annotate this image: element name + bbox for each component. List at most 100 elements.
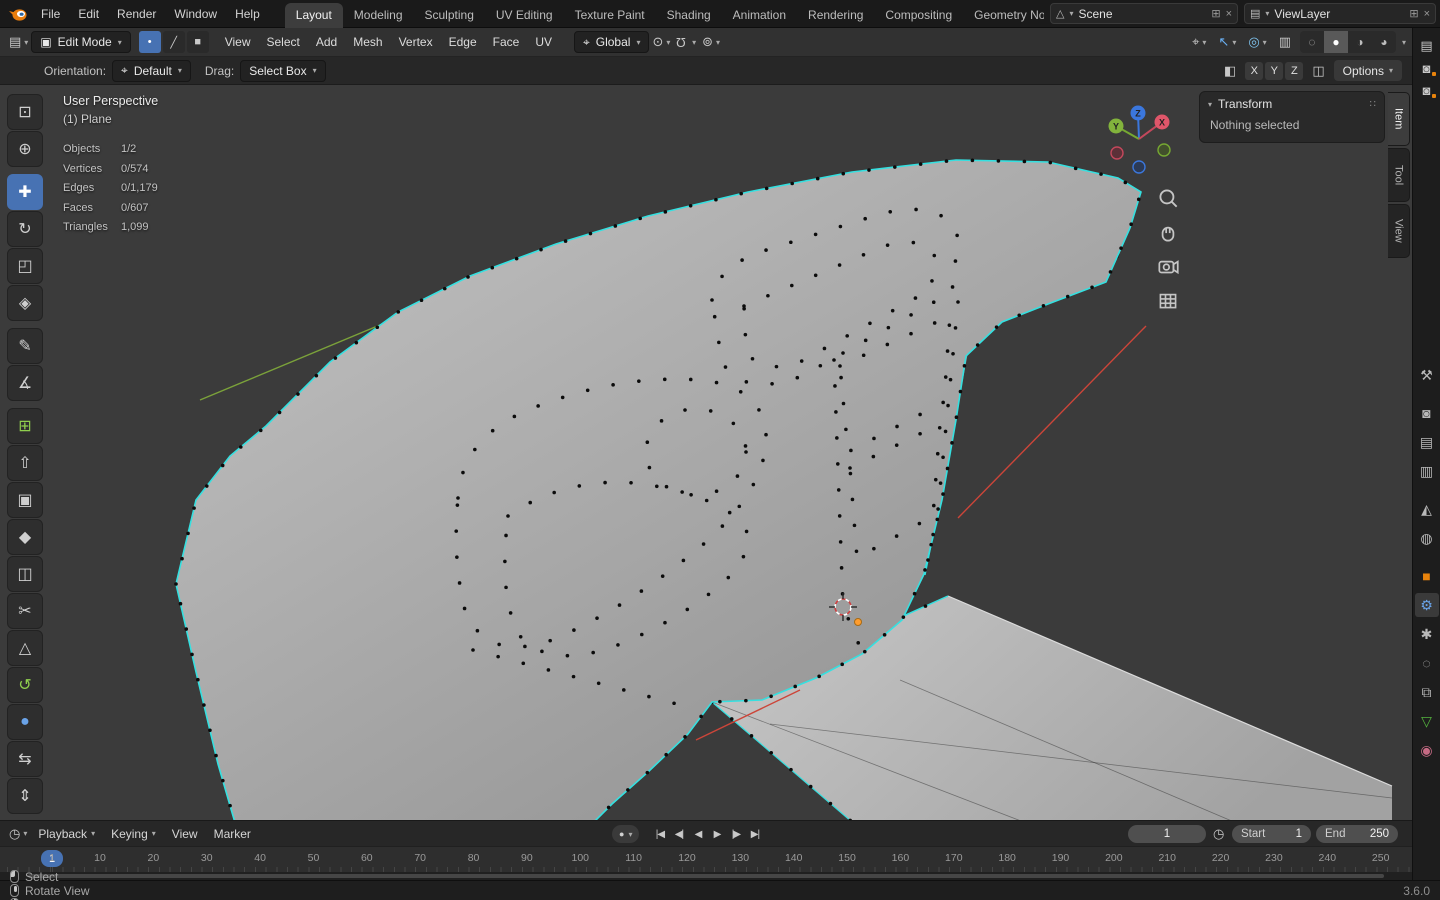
playback-jump-to-end[interactable]: ▶| <box>746 824 763 844</box>
properties-tab-modifiers[interactable]: ⚙ <box>1415 593 1439 617</box>
tool-smooth[interactable]: ● <box>7 704 43 740</box>
properties-tab-output[interactable]: ▤ <box>1415 430 1439 454</box>
timeline-menu-marker[interactable]: Marker <box>206 824 259 844</box>
playback-play[interactable]: ▶ <box>708 824 725 844</box>
select-mode-face[interactable]: ■ <box>187 31 209 53</box>
timeline-scrollbar[interactable] <box>0 872 1412 880</box>
proportional-editing-toggle[interactable]: ⊚▾ <box>699 34 723 50</box>
toggle-perspective-icon[interactable] <box>1155 287 1181 313</box>
new-scene-button[interactable]: ⊞ <box>1211 7 1220 20</box>
viewport-menu-face[interactable]: Face <box>485 32 528 52</box>
menu-file[interactable]: File <box>32 4 69 24</box>
sidebar-tab-view[interactable]: View <box>1388 204 1410 258</box>
gizmo-axis-y-neg[interactable] <box>1158 144 1170 156</box>
tool-cursor[interactable]: ⊕ <box>7 131 43 167</box>
mirror-icon[interactable]: ◫ <box>1309 63 1327 79</box>
properties-tab-material[interactable]: ◉ <box>1415 738 1439 762</box>
gizmos-dropdown[interactable]: ↖▾ <box>1215 34 1239 50</box>
properties-tab-physics[interactable]: ◌ <box>1415 651 1439 675</box>
scene-name[interactable]: Scene <box>1078 7 1206 21</box>
tool-loop-cut[interactable]: ◫ <box>7 556 43 592</box>
remove-viewlayer-button[interactable]: × <box>1424 8 1430 20</box>
workspace-tab-uv-editing[interactable]: UV Editing <box>485 3 564 28</box>
viewport-menu-view[interactable]: View <box>217 32 259 52</box>
viewport-menu-uv[interactable]: UV <box>527 32 560 52</box>
editor-type-button[interactable]: ▤▾ <box>6 34 31 50</box>
mode-dropdown[interactable]: ▣ Edit Mode ▾ <box>31 31 130 53</box>
unlink-scene-button[interactable]: × <box>1226 8 1232 20</box>
timeline-menu-playback[interactable]: Playback▾ <box>30 824 103 844</box>
auto-keying-button[interactable]: ●▾ <box>612 825 639 843</box>
shading-rendered[interactable]: ◕ <box>1372 31 1396 53</box>
select-mode-edge[interactable]: ╱ <box>163 31 185 53</box>
tool-annotate[interactable]: ✎ <box>7 328 43 364</box>
camera-view-icon[interactable] <box>1155 253 1181 279</box>
tool-edge-slide[interactable]: ⇆ <box>7 741 43 777</box>
workspace-tab-shading[interactable]: Shading <box>656 3 722 28</box>
properties-tab-object[interactable]: ■ <box>1415 564 1439 588</box>
workspace-tab-animation[interactable]: Animation <box>722 3 797 28</box>
render-view-toggle-1-icon[interactable]: ◙ <box>1416 57 1438 79</box>
playback-next-keyframe[interactable]: |▶ <box>727 824 744 844</box>
menu-render[interactable]: Render <box>108 4 165 24</box>
workspace-tab-modeling[interactable]: Modeling <box>343 3 414 28</box>
show-gizmo-button[interactable]: ⌖▾ <box>1189 34 1209 50</box>
axis-toggle-x[interactable]: X <box>1245 62 1263 80</box>
drag-mode-dropdown[interactable]: Select Box ▾ <box>240 60 325 82</box>
tool-bevel[interactable]: ◆ <box>7 519 43 555</box>
tool-knife[interactable]: ✂ <box>7 593 43 629</box>
shading-dropdown[interactable]: ▾ <box>1402 38 1406 47</box>
timeline-editor-type-button[interactable]: ◷▾ <box>6 826 30 842</box>
properties-tab-view-layer[interactable]: ▥ <box>1415 459 1439 483</box>
blender-logo-icon[interactable] <box>8 6 28 22</box>
tool-extrude-region[interactable]: ⇧ <box>7 445 43 481</box>
sidebar-tab-item[interactable]: Item <box>1388 92 1410 146</box>
select-mode-vertex[interactable]: • <box>139 31 161 53</box>
tool-tweak-select[interactable]: ⊡ <box>7 94 43 130</box>
playback-previous-keyframe[interactable]: ◀| <box>670 824 687 844</box>
viewport-menu-add[interactable]: Add <box>308 32 345 52</box>
timeline-menu-keying[interactable]: Keying▾ <box>103 824 164 844</box>
current-frame-field[interactable]: 1 <box>1128 825 1206 843</box>
properties-tab-render[interactable]: ◙ <box>1415 401 1439 425</box>
workspace-tab-rendering[interactable]: Rendering <box>797 3 874 28</box>
snap-toggle[interactable]: Ω <box>673 35 689 50</box>
properties-tab-tool[interactable]: ⚒ <box>1415 363 1439 387</box>
3d-viewport[interactable]: ⊡⊕✚↻◰◈✎∡⊞⇧▣◆◫✂△↺●⇆⇕ User Perspective (1)… <box>0 85 1412 820</box>
viewport-menu-select[interactable]: Select <box>259 32 308 52</box>
timeline-menu-view[interactable]: View <box>164 824 206 844</box>
sidebar-tab-tool[interactable]: Tool <box>1388 148 1410 202</box>
panel-grip-icon[interactable]: ∷ <box>1370 99 1376 110</box>
navigation-gizmo[interactable]: Z Y X <box>1103 103 1175 175</box>
tool-shrink-fatten[interactable]: ⇕ <box>7 778 43 814</box>
workspace-tab-texture-paint[interactable]: Texture Paint <box>564 3 656 28</box>
gizmo-axis-x-neg[interactable] <box>1111 147 1123 159</box>
axis-toggle-z[interactable]: Z <box>1285 62 1303 80</box>
workspace-tab-sculpting[interactable]: Sculpting <box>414 3 485 28</box>
tool-spin[interactable]: ↺ <box>7 667 43 703</box>
tool-rotate[interactable]: ↻ <box>7 211 43 247</box>
tool-move[interactable]: ✚ <box>7 174 43 210</box>
menu-help[interactable]: Help <box>226 4 269 24</box>
gizmo-axis-z-neg[interactable] <box>1133 161 1145 173</box>
playback-jump-to-start[interactable]: |◀ <box>651 824 668 844</box>
viewlayer-name[interactable]: ViewLayer <box>1274 7 1404 21</box>
properties-tab-scene[interactable]: ◭ <box>1415 497 1439 521</box>
pivot-point-button[interactable]: ⊙▾ <box>649 34 673 50</box>
properties-tab-constraints[interactable]: ⧉ <box>1415 680 1439 704</box>
options-dropdown[interactable]: Options▾ <box>1334 60 1402 81</box>
playback-play-reverse[interactable]: ◀ <box>689 824 706 844</box>
workspace-tab-geometry-nodes[interactable]: Geometry Nodes <box>963 3 1044 28</box>
viewport-menu-vertex[interactable]: Vertex <box>391 32 441 52</box>
tool-measure[interactable]: ∡ <box>7 365 43 401</box>
tool-add-cube[interactable]: ⊞ <box>7 408 43 444</box>
timeline-ruler[interactable]: 1 11020304050607080901001101201301401501… <box>0 846 1412 872</box>
viewlayer-selector[interactable]: ▤ ▾ ViewLayer ⊞ × <box>1244 3 1436 24</box>
overlays-dropdown[interactable]: ◎▾ <box>1245 34 1269 50</box>
scene-selector[interactable]: △ ▾ Scene ⊞ × <box>1050 3 1238 24</box>
workspace-tab-compositing[interactable]: Compositing <box>874 3 963 28</box>
tool-inset-faces[interactable]: ▣ <box>7 482 43 518</box>
viewport-canvas[interactable] <box>0 85 1412 820</box>
properties-tab-particles[interactable]: ✱ <box>1415 622 1439 646</box>
tool-scale[interactable]: ◰ <box>7 248 43 284</box>
